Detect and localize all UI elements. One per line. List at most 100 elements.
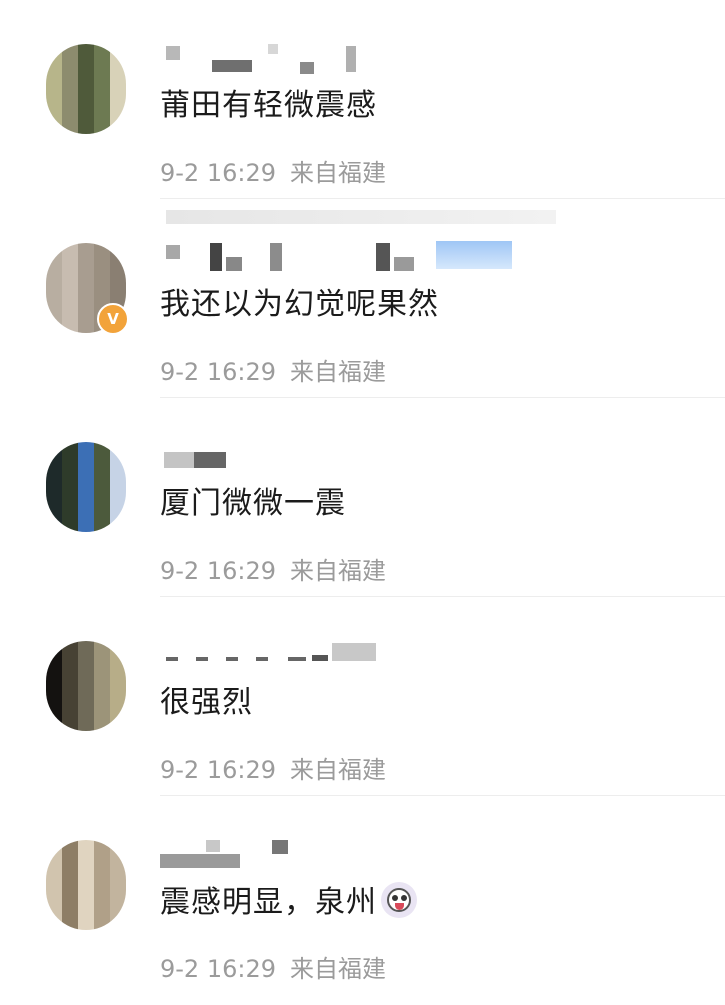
avatar-mosaic-pixel (62, 478, 78, 496)
avatar-mosaic-pixel (46, 514, 62, 532)
comment-text: 我还以为幻觉呢果然 (160, 287, 439, 322)
avatar-mosaic-pixel (78, 98, 94, 116)
username-redacted[interactable] (160, 836, 520, 870)
avatar-mosaic-pixel (78, 44, 94, 62)
avatar-mosaic-pixel (78, 912, 94, 930)
avatar-mosaic-pixel (110, 62, 126, 80)
avatar-mosaic-pixel (94, 62, 110, 80)
avatar-mosaic-pixel (94, 460, 110, 478)
avatar-mosaic-pixel (78, 695, 94, 713)
avatar-mosaic-pixel (78, 261, 94, 279)
username-redacted[interactable] (160, 637, 520, 671)
avatar-mosaic-pixel (46, 641, 62, 659)
avatar-mosaic-pixel (46, 279, 62, 297)
comment-location: 来自福建 (290, 557, 387, 585)
avatar-mosaic-pixel (78, 116, 94, 134)
avatar-mosaic-pixel (62, 116, 78, 134)
avatar[interactable] (46, 641, 126, 731)
avatar-mosaic-pixel (62, 44, 78, 62)
avatar-mosaic-pixel (110, 261, 126, 279)
comment-meta: 9-2 16:29 来自福建 (160, 555, 386, 587)
avatar-mosaic-pixel (110, 98, 126, 116)
avatar-mosaic-pixel (62, 98, 78, 116)
avatar[interactable] (46, 442, 126, 532)
avatar-mosaic-pixel (110, 243, 126, 261)
avatar-mosaic-pixel (62, 460, 78, 478)
avatar[interactable] (46, 44, 126, 134)
avatar-mosaic-pixel (110, 44, 126, 62)
comment-item[interactable]: 莆田有轻微震感 9-2 16:29 来自福建 (0, 0, 725, 199)
comment-meta: 9-2 16:29 来自福建 (160, 356, 386, 388)
avatar-mosaic-pixel (94, 442, 110, 460)
avatar-mosaic-pixel (46, 677, 62, 695)
avatar-mosaic-pixel (110, 713, 126, 731)
avatar-mosaic-pixel (94, 116, 110, 134)
avatar-mosaic-pixel (78, 279, 94, 297)
username-redacted[interactable] (160, 438, 520, 472)
avatar-mosaic-pixel (46, 243, 62, 261)
avatar-mosaic-pixel (78, 840, 94, 858)
avatar-mosaic-pixel (78, 496, 94, 514)
avatar-mosaic-pixel (110, 840, 126, 858)
avatar-mosaic-pixel (94, 279, 110, 297)
avatar-mosaic-pixel (94, 713, 110, 731)
comment-time: 16:29 (206, 756, 277, 784)
avatar-mosaic-pixel (46, 297, 62, 315)
avatar-mosaic-pixel (78, 243, 94, 261)
avatar-mosaic-pixel (78, 894, 94, 912)
avatar-mosaic-pixel (62, 912, 78, 930)
avatar-mosaic-pixel (94, 840, 110, 858)
comment-date: 9-2 (160, 955, 200, 983)
comment-text-content: 震感明显，泉州 (160, 885, 377, 920)
avatar-mosaic-pixel (110, 514, 126, 532)
avatar-mosaic-pixel (94, 243, 110, 261)
comment-date: 9-2 (160, 358, 200, 386)
avatar-mosaic-pixel (78, 315, 94, 333)
avatar-mosaic-pixel (62, 514, 78, 532)
comment-time: 16:29 (206, 159, 277, 187)
avatar-mosaic-pixel (78, 876, 94, 894)
comment-time: 16:29 (206, 955, 277, 983)
avatar-mosaic-pixel (46, 261, 62, 279)
username-redacted[interactable] (160, 239, 520, 273)
avatar-mosaic-pixel (110, 659, 126, 677)
avatar-mosaic-pixel (110, 442, 126, 460)
avatar-mosaic-pixel (46, 315, 62, 333)
verified-v-badge-icon: V (97, 303, 129, 335)
comment-item[interactable]: 震感明显，泉州 9-2 16:29 来自福建 (0, 796, 725, 995)
comment-location: 来自福建 (290, 955, 387, 983)
comment-item[interactable]: V 我还以为幻觉呢果然 9-2 16:29 来自福建 (0, 199, 725, 398)
avatar-mosaic-pixel (46, 44, 62, 62)
avatar-mosaic-pixel (62, 695, 78, 713)
avatar-mosaic-pixel (78, 858, 94, 876)
comment-location: 来自福建 (290, 159, 387, 187)
comment-meta: 9-2 16:29 来自福建 (160, 953, 386, 985)
avatar-mosaic-pixel (46, 442, 62, 460)
avatar-mosaic-pixel (62, 243, 78, 261)
avatar-mosaic-pixel (62, 80, 78, 98)
avatar-mosaic-pixel (62, 496, 78, 514)
avatar-mosaic-pixel (62, 279, 78, 297)
avatar-mosaic-pixel (78, 713, 94, 731)
comment-item[interactable]: 很强烈 9-2 16:29 来自福建 (0, 597, 725, 796)
avatar-mosaic-pixel (62, 677, 78, 695)
comment-location: 来自福建 (290, 756, 387, 784)
comment-time: 16:29 (206, 358, 277, 386)
avatar-mosaic-pixel (62, 840, 78, 858)
avatar-mosaic-pixel (46, 62, 62, 80)
avatar-mosaic-pixel (62, 876, 78, 894)
avatar-mosaic-pixel (46, 840, 62, 858)
avatar-mosaic-pixel (46, 659, 62, 677)
avatar-mosaic-pixel (78, 514, 94, 532)
comment-location: 来自福建 (290, 358, 387, 386)
avatar-mosaic-pixel (94, 894, 110, 912)
avatar[interactable] (46, 840, 126, 930)
comment-date: 9-2 (160, 159, 200, 187)
avatar-mosaic-pixel (110, 496, 126, 514)
username-redacted[interactable] (160, 40, 520, 74)
avatar-mosaic-pixel (46, 478, 62, 496)
avatar-mosaic-pixel (110, 641, 126, 659)
comment-item[interactable]: 厦门微微一震 9-2 16:29 来自福建 (0, 398, 725, 597)
avatar-mosaic-pixel (46, 496, 62, 514)
avatar-mosaic-pixel (62, 315, 78, 333)
